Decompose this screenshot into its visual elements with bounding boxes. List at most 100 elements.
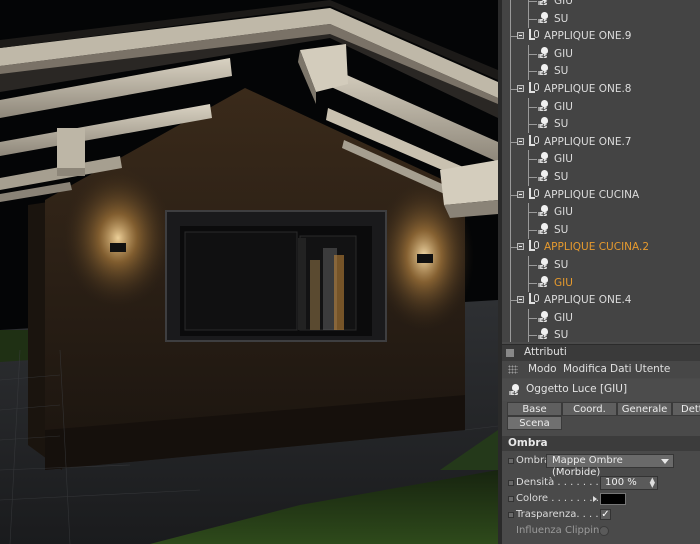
- tree-light-row[interactable]: IES GIU: [502, 274, 700, 292]
- tree-light-row[interactable]: IES GIU: [502, 0, 700, 10]
- tree-group-row[interactable]: APPLIQUE CUCINA.2: [502, 238, 700, 256]
- object-manager-tree[interactable]: IES GIU IES SU APPLIQUE ONE.9 IES GIU IES SU APPL…: [502, 0, 700, 342]
- tree-light-row[interactable]: IES SU: [502, 256, 700, 274]
- ies-light-icon: IES: [538, 47, 550, 61]
- ies-light-icon: IES: [538, 117, 550, 131]
- clipping-checkbox[interactable]: [599, 526, 609, 536]
- expand-arrow-icon[interactable]: [593, 496, 597, 502]
- tree-light-row[interactable]: IES SU: [502, 62, 700, 80]
- tree-group-row[interactable]: APPLIQUE CUCINA: [502, 186, 700, 204]
- tree-branch-line: [528, 54, 537, 55]
- tree-branch-line: [528, 1, 537, 2]
- right-panel: IES GIU IES SU APPLIQUE ONE.9 IES GIU IES SU APPL…: [502, 0, 700, 544]
- ies-light-icon: IES: [538, 258, 550, 272]
- tree-light-row[interactable]: IES GIU: [502, 203, 700, 221]
- attributes-title: Attributi: [524, 346, 567, 358]
- shadow-type-dropdown[interactable]: Mappe Ombre (Morbide): [546, 454, 674, 478]
- color-row: Colore . . . . . . . .: [502, 491, 700, 508]
- tree-item-label: GIU: [554, 206, 573, 218]
- color-label: Colore . . . . . . . .: [516, 493, 599, 504]
- tree-branch-line: [528, 283, 537, 284]
- ies-light-icon: IES: [538, 311, 550, 325]
- collapse-icon[interactable]: [517, 85, 524, 92]
- null-group-icon: [529, 29, 541, 42]
- tree-branch-line: [528, 107, 537, 108]
- ies-light-icon: IES: [538, 223, 550, 237]
- density-input[interactable]: 100 % ▲ ▼: [600, 476, 658, 490]
- tree-branch-line: [528, 230, 537, 231]
- null-group-icon: [529, 188, 541, 201]
- tab-generale[interactable]: Generale: [617, 402, 672, 416]
- tree-light-row[interactable]: IES SU: [502, 221, 700, 239]
- tab-dett[interactable]: Dett: [672, 402, 700, 416]
- clipping-row: Influenza Clipping: [502, 523, 700, 540]
- tree-light-row[interactable]: IES SU: [502, 326, 700, 342]
- menu-modifica[interactable]: Modifica: [563, 363, 607, 375]
- tree-light-row[interactable]: IES GIU: [502, 45, 700, 63]
- collapse-icon[interactable]: [517, 243, 524, 250]
- menu-modo[interactable]: Modo: [528, 363, 557, 375]
- chevron-down-icon: [661, 459, 669, 464]
- object-title: Oggetto Luce [GIU]: [526, 383, 628, 395]
- collapse-icon[interactable]: [517, 296, 524, 303]
- tree-group-row[interactable]: APPLIQUE ONE.4: [502, 291, 700, 309]
- tree-item-label: SU: [554, 224, 569, 236]
- grip-icon[interactable]: [508, 365, 518, 374]
- animate-dot[interactable]: [508, 496, 514, 502]
- tab-base[interactable]: Base: [507, 402, 562, 416]
- color-swatch[interactable]: [600, 493, 626, 505]
- animate-dot[interactable]: [508, 458, 514, 464]
- collapse-icon[interactable]: [517, 32, 524, 39]
- tree-branch-line: [528, 318, 537, 319]
- tree-group-row[interactable]: APPLIQUE ONE.7: [502, 133, 700, 151]
- tab-coord[interactable]: Coord.: [562, 402, 617, 416]
- tree-branch-line: [528, 265, 537, 266]
- tree-light-row[interactable]: IES GIU: [502, 98, 700, 116]
- transparency-checkbox[interactable]: ✓: [600, 509, 611, 520]
- house-night-render: [0, 0, 498, 544]
- tree-item-label: APPLIQUE ONE.7: [544, 136, 632, 148]
- transparency-row: Trasparenza. . . . . . ✓: [502, 507, 700, 524]
- tree-branch-line: [528, 212, 537, 213]
- tree-light-row[interactable]: IES GIU: [502, 309, 700, 327]
- stepper-icon[interactable]: ▲ ▼: [650, 477, 655, 489]
- tab-scena[interactable]: Scena: [507, 416, 562, 430]
- tree-group-row[interactable]: APPLIQUE ONE.8: [502, 80, 700, 98]
- collapse-icon[interactable]: [517, 138, 524, 145]
- render-viewport[interactable]: [0, 0, 498, 544]
- section-title: Ombra: [508, 437, 548, 449]
- object-title-line: IES Oggetto Luce [GIU]: [502, 379, 700, 401]
- ies-light-icon: IES: [538, 276, 550, 290]
- density-row: Densità . . . . . . . . . . 100 % ▲ ▼: [502, 475, 700, 492]
- clipping-label: Influenza Clipping: [516, 525, 606, 536]
- ies-light-icon: IES: [509, 384, 521, 398]
- panel-icon: [506, 349, 514, 357]
- tree-branch-line: [528, 19, 537, 20]
- null-group-icon: [529, 135, 541, 148]
- tree-light-row[interactable]: IES SU: [502, 10, 700, 28]
- tree-light-row[interactable]: IES GIU: [502, 150, 700, 168]
- menu-dati-utente[interactable]: Dati Utente: [610, 363, 670, 375]
- tree-item-label: APPLIQUE ONE.4: [544, 294, 632, 306]
- tree-child-line: [528, 326, 529, 342]
- tree-item-label: SU: [554, 329, 569, 341]
- animate-dot[interactable]: [508, 512, 514, 518]
- ies-light-icon: IES: [538, 170, 550, 184]
- tree-item-label: APPLIQUE CUCINA: [544, 189, 640, 201]
- null-group-icon: [529, 293, 541, 306]
- transparency-label: Trasparenza. . . . . .: [516, 509, 612, 520]
- ies-light-icon: IES: [538, 0, 550, 8]
- tree-branch-line: [528, 159, 537, 160]
- tree-item-label: GIU: [554, 101, 573, 113]
- tree-light-row[interactable]: IES SU: [502, 168, 700, 186]
- tree-light-row[interactable]: IES SU: [502, 115, 700, 133]
- tree-group-row[interactable]: APPLIQUE ONE.9: [502, 27, 700, 45]
- collapse-icon[interactable]: [517, 191, 524, 198]
- tree-branch-line: [528, 124, 537, 125]
- tree-item-label: APPLIQUE ONE.9: [544, 30, 632, 42]
- tree-item-label: GIU: [554, 312, 573, 324]
- ies-light-icon: IES: [538, 152, 550, 166]
- null-group-icon: [529, 240, 541, 253]
- tree-item-label: SU: [554, 259, 569, 271]
- animate-dot[interactable]: [508, 480, 514, 486]
